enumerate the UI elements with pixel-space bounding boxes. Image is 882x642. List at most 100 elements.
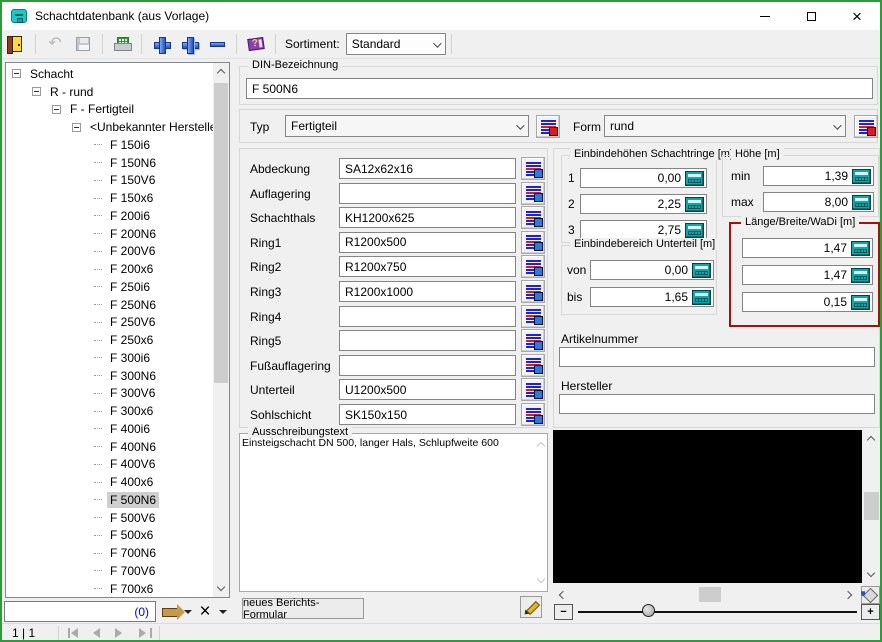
part-list-button[interactable] bbox=[521, 206, 545, 230]
nav-first-button[interactable] bbox=[68, 628, 83, 638]
part-list-button[interactable] bbox=[521, 280, 545, 303]
artikelnummer-input[interactable] bbox=[559, 347, 875, 367]
part-input[interactable] bbox=[339, 305, 516, 327]
part-input[interactable]: SK150x150 bbox=[339, 404, 516, 425]
print-export-button[interactable] bbox=[110, 32, 134, 56]
collapse-icon[interactable] bbox=[52, 104, 61, 114]
tree-item[interactable]: F 200N6 bbox=[6, 225, 212, 243]
preview-canvas[interactable] bbox=[553, 430, 862, 583]
typ-select[interactable]: Fertigteil bbox=[285, 115, 529, 137]
remove-button[interactable] bbox=[205, 32, 229, 56]
lbw-field-3[interactable]: 0,15 bbox=[742, 292, 873, 312]
tree-branch[interactable]: F - Fertigteil bbox=[6, 101, 212, 119]
tree-item[interactable]: F 400i6 bbox=[6, 420, 212, 438]
part-list-button[interactable] bbox=[521, 329, 545, 353]
einbindehoehe-3-field[interactable]: 2,75 bbox=[580, 220, 707, 240]
tree-item[interactable]: F 200x6 bbox=[6, 260, 212, 278]
einbindehoehe-1-field[interactable]: 0,00 bbox=[580, 168, 707, 188]
scroll-down-icon[interactable] bbox=[213, 580, 229, 597]
calculator-icon[interactable] bbox=[692, 289, 711, 305]
new-report-form-button[interactable]: neues Berichts-Formular bbox=[242, 597, 364, 621]
tree-scrollbar[interactable] bbox=[213, 63, 229, 597]
nav-last-button[interactable] bbox=[137, 628, 152, 638]
preview-vscroll-thumb[interactable] bbox=[864, 492, 879, 520]
tree-item[interactable]: F 500N6 bbox=[6, 491, 212, 509]
scroll-left-icon[interactable] bbox=[553, 586, 570, 603]
tree-item[interactable]: F 300i6 bbox=[6, 349, 212, 367]
tree-item[interactable]: F 500x6 bbox=[6, 527, 212, 545]
form-list-button[interactable] bbox=[854, 115, 878, 138]
scroll-up-icon[interactable] bbox=[213, 63, 229, 80]
tree-item[interactable]: F 300V6 bbox=[6, 385, 212, 403]
part-input[interactable]: U1200x500 bbox=[339, 379, 516, 401]
goto-dropdown-icon[interactable] bbox=[184, 610, 192, 614]
form-select[interactable]: rund bbox=[604, 115, 846, 137]
tree-item[interactable]: F 150i6 bbox=[6, 136, 212, 154]
din-input[interactable]: F 500N6 bbox=[246, 78, 873, 99]
search-input[interactable]: (0) bbox=[4, 601, 156, 622]
einbindehoehe-2-field[interactable]: 2,25 bbox=[580, 194, 707, 214]
part-input[interactable]: R1200x1000 bbox=[339, 281, 516, 302]
einbindebereich-bis-field[interactable]: 1,65 bbox=[590, 287, 714, 307]
tree-item[interactable]: F 700x6 bbox=[6, 580, 212, 597]
part-input[interactable]: SA12x62x16 bbox=[339, 158, 516, 179]
preview-horizontal-scrollbar[interactable] bbox=[553, 586, 858, 603]
tree-branch[interactable]: <Unbekannter Hersteller> bbox=[6, 118, 227, 136]
hoehe-max-field[interactable]: 8,00 bbox=[763, 192, 874, 212]
close-button[interactable]: × bbox=[834, 2, 880, 30]
zoom-out-button[interactable]: − bbox=[554, 604, 573, 620]
calculator-icon[interactable] bbox=[852, 168, 871, 184]
goto-button[interactable] bbox=[159, 602, 185, 622]
tree-item[interactable]: F 500V6 bbox=[6, 509, 212, 527]
fill-color-button[interactable] bbox=[861, 586, 880, 604]
tree-item[interactable]: F 300N6 bbox=[6, 367, 212, 385]
zoom-in-button[interactable]: + bbox=[861, 604, 880, 620]
tree-item[interactable]: F 200i6 bbox=[6, 207, 212, 225]
part-list-button[interactable] bbox=[521, 230, 545, 254]
tree-item[interactable]: F 250N6 bbox=[6, 296, 212, 314]
lbw-field-2[interactable]: 1,47 bbox=[742, 265, 873, 285]
calculator-icon[interactable] bbox=[852, 194, 871, 210]
scroll-right-icon[interactable] bbox=[841, 586, 858, 603]
collapse-icon[interactable] bbox=[32, 87, 41, 97]
part-list-button[interactable] bbox=[521, 403, 545, 426]
scroll-up-icon[interactable] bbox=[536, 440, 546, 451]
tree-item[interactable]: F 250V6 bbox=[6, 314, 212, 332]
tree-item[interactable]: F 150N6 bbox=[6, 154, 212, 172]
part-list-button[interactable] bbox=[521, 181, 545, 205]
part-input[interactable] bbox=[339, 182, 516, 204]
add-button[interactable] bbox=[149, 32, 173, 56]
calculator-icon[interactable] bbox=[851, 267, 870, 283]
hoehe-min-field[interactable]: 1,39 bbox=[763, 166, 874, 186]
calculator-icon[interactable] bbox=[685, 170, 704, 186]
tree-branch[interactable]: Schacht bbox=[6, 65, 212, 83]
help-button[interactable] bbox=[244, 32, 268, 56]
part-list-button[interactable] bbox=[521, 378, 545, 402]
zoom-slider-track[interactable] bbox=[578, 611, 857, 613]
part-input[interactable] bbox=[339, 330, 516, 352]
lbw-field-1[interactable]: 1,47 bbox=[742, 238, 873, 258]
calculator-icon[interactable] bbox=[851, 294, 870, 310]
save-button[interactable] bbox=[71, 32, 95, 56]
part-list-button[interactable] bbox=[521, 157, 545, 180]
scroll-down-icon[interactable] bbox=[863, 566, 879, 583]
scroll-up-icon[interactable] bbox=[863, 430, 879, 447]
minimize-button[interactable] bbox=[742, 2, 788, 30]
maximize-button[interactable] bbox=[788, 2, 834, 30]
undo-button[interactable]: ↶ bbox=[43, 32, 67, 56]
nav-prev-button[interactable] bbox=[93, 628, 105, 638]
zoom-slider-knob[interactable] bbox=[642, 604, 655, 617]
calculator-icon[interactable] bbox=[851, 240, 870, 256]
hersteller-input[interactable] bbox=[559, 394, 875, 414]
tree-item[interactable]: F 150V6 bbox=[6, 172, 212, 190]
edit-text-button[interactable] bbox=[520, 596, 542, 618]
part-input[interactable]: KH1200x625 bbox=[339, 207, 516, 229]
ausschreibungstext-textarea[interactable]: Einsteigschacht DN 500, langer Hals, Sch… bbox=[242, 437, 531, 450]
collapse-icon[interactable] bbox=[12, 69, 21, 79]
calculator-icon[interactable] bbox=[685, 196, 704, 212]
calculator-icon[interactable] bbox=[685, 222, 704, 238]
tree-item[interactable]: F 400x6 bbox=[6, 473, 212, 491]
tree-item[interactable]: F 700V6 bbox=[6, 562, 212, 580]
tree-item[interactable]: F 400V6 bbox=[6, 456, 212, 474]
tree-item[interactable]: F 300x6 bbox=[6, 402, 212, 420]
